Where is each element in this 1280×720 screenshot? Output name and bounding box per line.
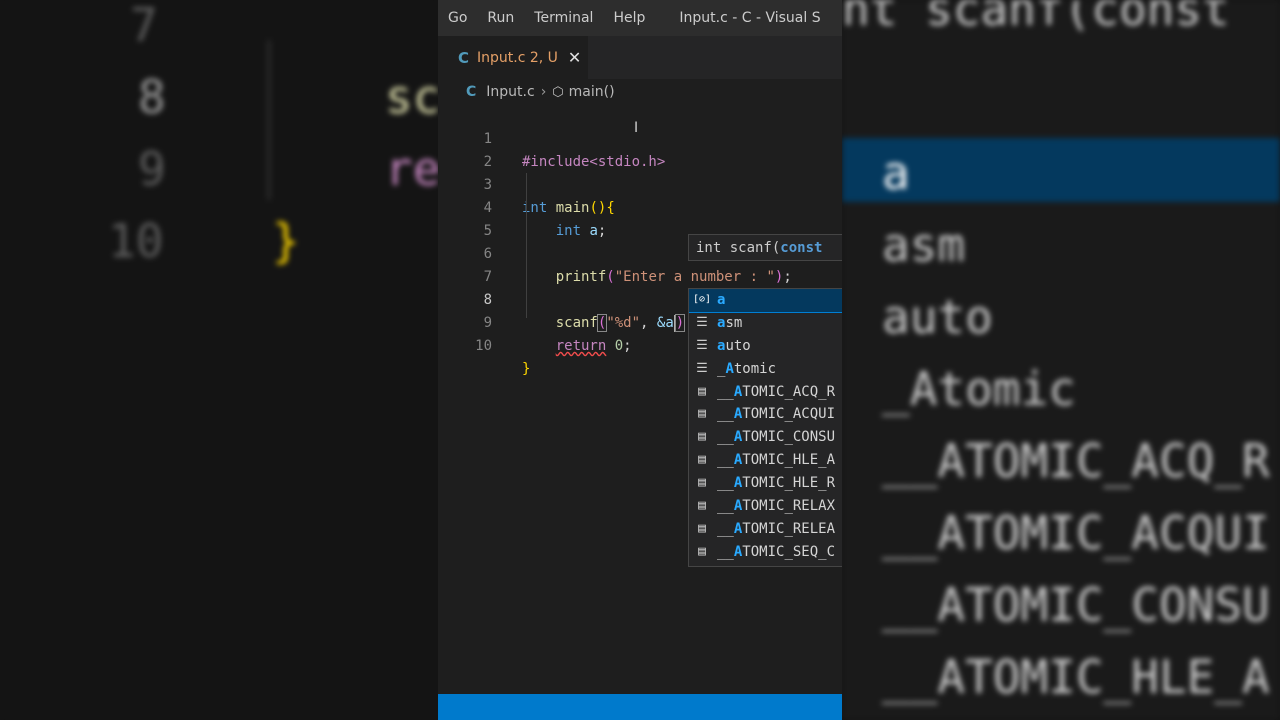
- code-line[interactable]: 3 int main(){: [438, 151, 842, 216]
- tab-label: Input.c 2, U: [477, 49, 558, 66]
- code-line[interactable]: 1 #include<stdio.h>: [438, 105, 842, 170]
- code-line[interactable]: 2: [438, 128, 842, 170]
- suggestion-item[interactable]: ▤ __ATOMIC_HLE_R: [689, 472, 842, 495]
- suggestion-label: __ATOMIC_CONSU: [717, 429, 836, 446]
- bg-line-number: 8: [138, 70, 166, 124]
- number-literal: 0: [614, 338, 624, 354]
- bg-suggestion: __ATOMIC_ACQ_R: [882, 434, 1270, 488]
- background-right-blur: nt scanf(const a asm auto _Atomic __ATOM…: [842, 0, 1280, 720]
- bg-suggestion: _Atomic: [882, 362, 1076, 416]
- suggestion-item[interactable]: ☰ auto: [689, 335, 842, 358]
- suggestion-label: __ATOMIC_RELEA: [717, 520, 836, 537]
- suggestion-label: a: [717, 292, 726, 308]
- bg-suggestion: auto: [882, 290, 993, 344]
- hint-signature: int scanf(: [696, 240, 781, 256]
- constant-icon: ▤: [698, 383, 706, 399]
- keyword-icon: ☰: [696, 314, 708, 330]
- suggestion-label: _Atomic: [717, 360, 777, 377]
- bg-code-fragment: re: [385, 142, 438, 196]
- bg-suggestion: __ATOMIC_HLE_A: [882, 650, 1270, 704]
- menu-terminal[interactable]: Terminal: [524, 10, 603, 26]
- tab-input-c[interactable]: C Input.c 2, U ✕: [438, 36, 588, 79]
- c-file-icon: C: [466, 84, 477, 100]
- constant-icon: ▤: [698, 498, 706, 514]
- bg-suggestion: __ATOMIC_CONSU: [882, 578, 1270, 632]
- tab-bar: C Input.c 2, U ✕: [438, 36, 842, 79]
- hint-keyword: const: [780, 240, 823, 256]
- suggestion-item[interactable]: ☰ asm: [689, 312, 842, 335]
- constant-icon: ▤: [698, 452, 706, 468]
- suggestion-label: __ATOMIC_ACQUI: [717, 406, 836, 423]
- keyword: return: [555, 338, 607, 354]
- constant-icon: ▤: [698, 429, 706, 445]
- keyword-icon: ☰: [696, 337, 708, 353]
- menu-help[interactable]: Help: [603, 10, 655, 26]
- suggestion-item[interactable]: [⊘] a: [689, 289, 842, 313]
- code-line-active[interactable]: 8 scanf("%d", &a): [438, 266, 842, 332]
- suggestion-label: auto: [717, 337, 751, 354]
- bg-indent-guide: [268, 40, 270, 200]
- constant-icon: ▤: [698, 406, 706, 422]
- bg-code-fragment: }: [272, 214, 300, 268]
- vscode-window: Go Run Terminal Help Input.c - C - Visua…: [438, 0, 842, 720]
- bg-line-number: 7: [130, 0, 158, 52]
- bg-code-fragment: sc: [385, 70, 438, 124]
- suggestion-label: __ATOMIC_HLE_R: [717, 475, 836, 492]
- c-file-icon: C: [458, 48, 470, 67]
- suggestion-item[interactable]: ▤ __ATOMIC_SEQ_C: [689, 541, 842, 564]
- suggestion-item[interactable]: ▤ __ATOMIC_RELEA: [689, 518, 842, 541]
- close-icon[interactable]: ✕: [568, 48, 581, 67]
- bg-line-number: 9: [138, 142, 166, 196]
- suggestion-item[interactable]: ☰ _Atomic: [689, 358, 842, 381]
- suggestion-label: __ATOMIC_HLE_A: [717, 452, 836, 469]
- suggestion-item[interactable]: ▤ __ATOMIC_ACQ_R: [689, 381, 842, 404]
- status-bar: [438, 694, 842, 720]
- suggestion-label: __ATOMIC_RELAX: [717, 498, 836, 515]
- line-number: 10: [475, 338, 492, 354]
- keyword-icon: ☰: [696, 360, 708, 376]
- code-line[interactable]: 5: [438, 197, 842, 239]
- constant-icon: ▤: [698, 520, 706, 536]
- menu-go[interactable]: Go: [438, 10, 477, 26]
- suggestion-label: __ATOMIC_SEQ_C: [717, 543, 836, 560]
- indent-guide: [526, 173, 527, 318]
- bg-signature-fragment: nt scanf(const: [842, 0, 1230, 36]
- background-left-blur: 7 8 9 10 sc re }: [0, 0, 438, 720]
- chevron-right-icon: ›: [540, 84, 547, 100]
- suggestion-item[interactable]: ▤ __ATOMIC_ACQUI: [689, 403, 842, 426]
- breadcrumb-file[interactable]: Input.c: [486, 84, 534, 100]
- bg-suggestion: asm: [882, 218, 966, 272]
- method-icon: ⬡: [552, 84, 564, 100]
- suggestion-item[interactable]: ▤ __ATOMIC_HLE_A: [689, 449, 842, 472]
- suggestion-item[interactable]: ▤ __ATOMIC_CONSU: [689, 426, 842, 449]
- menu-run[interactable]: Run: [477, 10, 524, 26]
- suggestion-label: __ATOMIC_ACQ_R: [717, 383, 836, 400]
- bg-suggestion: a: [882, 146, 910, 200]
- suggestion-item[interactable]: ▤ __ATOMIC_RELAX: [689, 495, 842, 518]
- suggestion-label: asm: [717, 314, 743, 331]
- constant-icon: ▤: [698, 543, 706, 559]
- parameter-hint: int scanf(const: [688, 234, 842, 261]
- suggestion-widget[interactable]: [⊘] a ☰ asm ☰ auto ☰ _Atomic ▤ __ATOMIC_ACQ_R ▤ __A…: [688, 288, 842, 567]
- menubar: Go Run Terminal Help Input.c - C - Visua…: [438, 0, 842, 36]
- bg-line-number: 10: [108, 214, 164, 268]
- window-title: Input.c - C - Visual S: [679, 10, 821, 26]
- code-line[interactable]: 4 int a;: [438, 174, 842, 239]
- variable-icon: [⊘]: [693, 294, 712, 305]
- breadcrumb: C Input.c › ⬡ main(): [438, 79, 842, 105]
- bg-suggestion: __ATOMIC_ACQUI: [882, 506, 1270, 560]
- breadcrumb-symbol[interactable]: main(): [569, 84, 615, 100]
- constant-icon: ▤: [698, 475, 706, 491]
